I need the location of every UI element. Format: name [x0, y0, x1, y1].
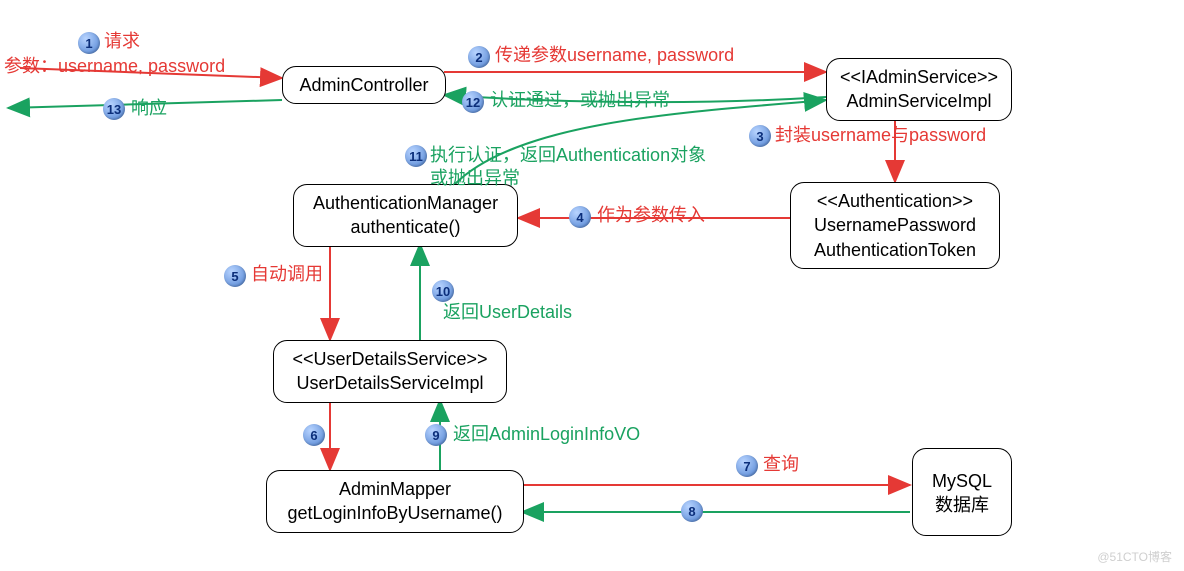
node-label: 数据库 [935, 495, 989, 515]
step-num: 4 [576, 210, 583, 225]
step-num: 6 [310, 428, 317, 443]
step-num: 5 [231, 269, 238, 284]
node-label: AuthenticationToken [814, 240, 976, 260]
step-num: 8 [688, 504, 695, 519]
node-label: MySQL [932, 471, 992, 491]
label-auto-invoke: 自动调用 [251, 263, 323, 286]
label-wrap-creds: 封装username与password [775, 124, 986, 147]
step-num: 12 [466, 95, 480, 110]
label-request: 请求 [104, 30, 140, 53]
node-label: UserDetailsServiceImpl [296, 373, 483, 393]
node-label: getLoginInfoByUsername() [287, 503, 502, 523]
node-label: AdminController [299, 75, 428, 95]
label-auth-pass: 认证通过，或抛出异常 [490, 89, 670, 112]
step-bubble-9: 9 [425, 424, 447, 446]
step-bubble-8: 8 [681, 500, 703, 522]
node-admin-service: <<IAdminService>> AdminServiceImpl [826, 58, 1012, 121]
node-auth-manager: AuthenticationManager authenticate() [293, 184, 518, 247]
node-admin-mapper: AdminMapper getLoginInfoByUsername() [266, 470, 524, 533]
step-bubble-2: 2 [468, 46, 490, 68]
node-label: UsernamePassword [814, 215, 976, 235]
node-label: <<UserDetailsService>> [292, 349, 487, 369]
node-user-details: <<UserDetailsService>> UserDetailsServic… [273, 340, 507, 403]
node-label: <<Authentication>> [817, 191, 973, 211]
node-label: AdminMapper [339, 479, 451, 499]
node-label: <<IAdminService>> [840, 67, 998, 87]
label-response: 响应 [131, 97, 167, 120]
label-pass-params: 传递参数username, password [495, 44, 734, 67]
step-num: 11 [409, 149, 423, 164]
step-bubble-1: 1 [78, 32, 100, 54]
step-bubble-5: 5 [224, 265, 246, 287]
step-bubble-4: 4 [569, 206, 591, 228]
step-num: 13 [107, 102, 121, 117]
step-bubble-3: 3 [749, 125, 771, 147]
step-bubble-11: 11 [405, 145, 427, 167]
step-num: 7 [743, 459, 750, 474]
node-admin-controller: AdminController [282, 66, 446, 104]
node-label: authenticate() [350, 217, 460, 237]
step-num: 2 [475, 50, 482, 65]
label-pass-in: 作为参数传入 [597, 204, 705, 227]
watermark: @51CTO博客 [1097, 548, 1172, 565]
label-return-userdetails: 返回UserDetails [443, 301, 572, 324]
node-label: AdminServiceImpl [846, 91, 991, 111]
step-num: 9 [432, 428, 439, 443]
node-label: AuthenticationManager [313, 193, 498, 213]
label-request-params: 参数：username, password [4, 55, 225, 78]
label-query: 查询 [763, 453, 799, 476]
step-num: 3 [756, 129, 763, 144]
step-bubble-13: 13 [103, 98, 125, 120]
step-bubble-7: 7 [736, 455, 758, 477]
label-exec-auth: 执行认证，返回Authentication对象 或抛出异常 [430, 144, 706, 191]
node-mysql: MySQL 数据库 [912, 448, 1012, 536]
label-return-vo: 返回AdminLoginInfoVO [453, 423, 640, 446]
step-bubble-12: 12 [462, 91, 484, 113]
node-auth-token: <<Authentication>> UsernamePassword Auth… [790, 182, 1000, 269]
step-bubble-6: 6 [303, 424, 325, 446]
step-num: 1 [85, 36, 92, 51]
step-num: 10 [436, 284, 450, 299]
step-bubble-10: 10 [432, 280, 454, 302]
